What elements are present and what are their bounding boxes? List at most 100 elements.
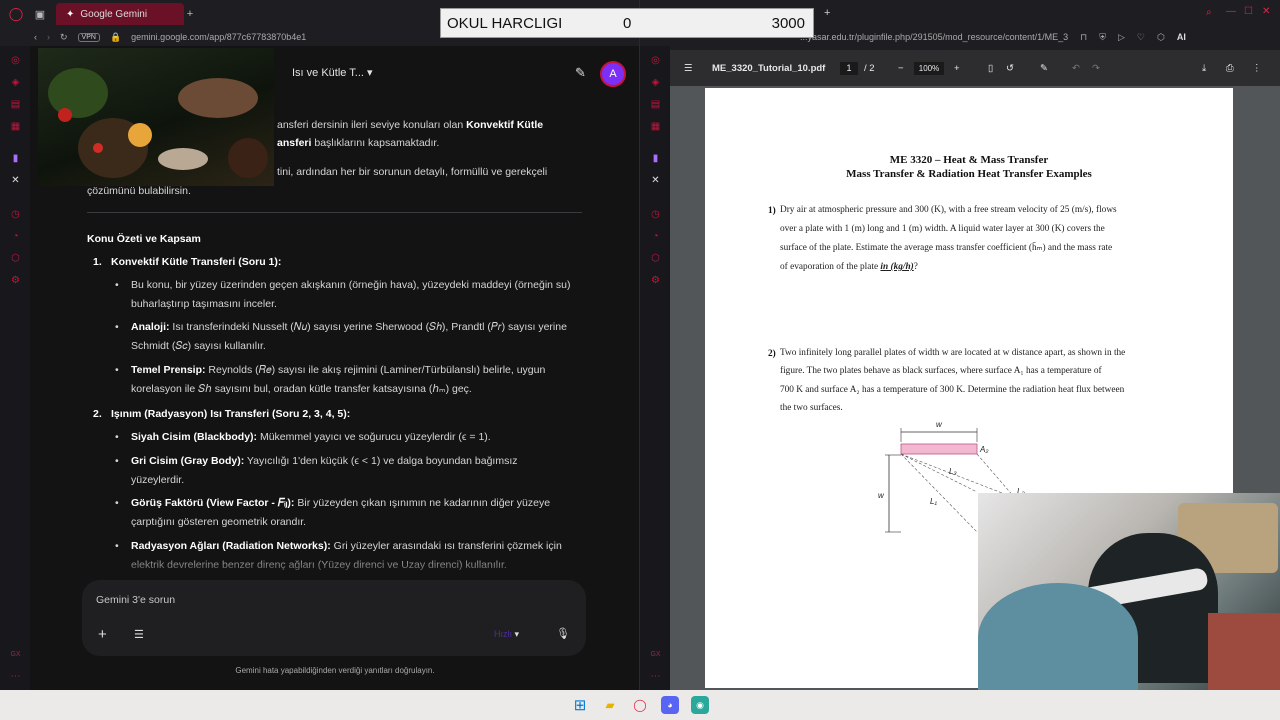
workspaces-icon[interactable]: ▣	[32, 6, 48, 22]
more-options-icon[interactable]: ⋮	[1252, 63, 1262, 74]
counter-value: 0	[623, 14, 632, 32]
stream-counter-overlay: OKUL HARCLIGI 0 3000	[440, 8, 814, 38]
chevron-down-icon: ▾	[367, 67, 373, 79]
discord-icon[interactable]: ◕	[661, 696, 679, 714]
gx-corner-icon[interactable]: ▦	[9, 120, 22, 133]
vpn-badge[interactable]: VPN	[77, 32, 100, 42]
zoom-level[interactable]: 100%	[914, 62, 944, 75]
player-icon[interactable]: ▤	[9, 98, 22, 111]
rotate-icon[interactable]: ↺	[1006, 63, 1014, 74]
list-item: Görüş Faktörü (View Factor - 𝐹ᵢⱼ): Bir y…	[115, 494, 571, 532]
avatar[interactable]: A	[600, 61, 626, 87]
url-text[interactable]: ...yasar.edu.tr/pluginfile.php/291505/mo…	[800, 32, 1068, 42]
new-chat-edit-icon[interactable]: ✎	[575, 65, 586, 81]
heart-icon[interactable]: ♡	[1137, 32, 1145, 43]
right-sidebar: ◎ ◈ ▤ ▦ ▮ ✕ ◷ ◔ ⬡ ⚙ GX ⋯	[640, 46, 670, 690]
pdf-toolbar: ☰ ME_3320_Tutorial_10.pdf 1 / 2 − 100% +…	[670, 50, 1280, 86]
messenger-icon[interactable]: ◈	[9, 76, 22, 89]
webcam-overlay	[978, 493, 1280, 690]
page-number-input[interactable]: 1	[840, 62, 858, 75]
back-icon[interactable]: ‹	[34, 32, 37, 42]
settings-icon[interactable]: ⚙	[9, 274, 22, 287]
divider	[87, 212, 582, 213]
puzzle-icon[interactable]: ⬡	[1157, 32, 1165, 43]
forward-icon[interactable]: ›	[47, 32, 50, 42]
disclaimer: Gemini hata yapabildiğinden verdiği yanı…	[235, 666, 435, 675]
x-icon[interactable]: ✕	[9, 174, 22, 187]
aria-icon[interactable]: ◎	[9, 54, 22, 67]
extensions-icon[interactable]: ⬡	[9, 252, 22, 265]
redo-icon[interactable]: ↷	[1092, 63, 1100, 74]
minimize-icon[interactable]: —	[1226, 6, 1236, 17]
clock-icon[interactable]: ◔	[9, 230, 22, 243]
question-1-line-4: of evaporation of the plate in (kg/h)?	[780, 262, 918, 272]
opera-logo-icon[interactable]: ◯	[8, 6, 24, 22]
undo-icon[interactable]: ↶	[1072, 63, 1080, 74]
list-title-2: Işınım (Radyasyon) Isı Transferi (Soru 2…	[111, 408, 351, 420]
bookmark-icon[interactable]: ⊓	[1080, 32, 1087, 43]
intro-paragraph-line1: ansferi dersinin ileri seviye konuları o…	[277, 119, 544, 131]
fit-page-icon[interactable]: ▯	[988, 63, 993, 74]
chat-title[interactable]: Isı ve Kütle T... ▾	[292, 66, 373, 79]
microphone-icon[interactable]: 🎙	[556, 627, 570, 640]
game-capture-overlay	[38, 48, 274, 186]
question-2-line-4: the two surfaces.	[780, 403, 843, 413]
start-menu-icon[interactable]: ⊞	[571, 696, 589, 714]
menu-icon[interactable]: ☰	[684, 63, 693, 74]
list-number-2: 2.	[93, 408, 102, 420]
obs-icon[interactable]: ◉	[691, 696, 709, 714]
add-file-icon[interactable]: +	[98, 626, 107, 643]
messenger-icon[interactable]: ◈	[649, 76, 662, 89]
player-icon[interactable]: ▤	[649, 98, 662, 111]
scroll-fade	[30, 552, 639, 582]
settings-icon[interactable]: ⚙	[649, 274, 662, 287]
figure-label-w-side: w	[878, 491, 885, 500]
reload-icon[interactable]: ↻	[60, 32, 68, 43]
download-icon[interactable]: ⤓	[1202, 63, 1206, 74]
twitch-icon[interactable]: ▮	[649, 152, 662, 165]
shield-icon[interactable]: ⛨	[1099, 32, 1106, 43]
more-icon[interactable]: ⋯	[649, 670, 662, 683]
question-2-line-3: 700 K and surface A₂ has a temperature o…	[780, 385, 1125, 395]
list-title-1: Konvektif Kütle Transferi (Soru 1):	[111, 256, 282, 268]
history-icon[interactable]: ◷	[649, 208, 662, 221]
file-explorer-icon[interactable]: ▰	[601, 696, 619, 714]
prompt-placeholder[interactable]: Gemini 3'e sorun	[96, 594, 175, 606]
model-selector[interactable]: Hızlı ▾	[494, 629, 519, 640]
opera-gx-icon[interactable]: ◯	[631, 696, 649, 714]
zoom-in-icon[interactable]: +	[954, 63, 960, 74]
maximize-icon[interactable]: ☐	[1244, 6, 1253, 17]
question-number-2: 2)	[768, 349, 776, 359]
new-tab-icon[interactable]: +	[824, 7, 830, 19]
print-icon[interactable]: ⎙	[1226, 63, 1234, 74]
clock-icon[interactable]: ◔	[649, 230, 662, 243]
page-total: / 2	[864, 62, 875, 74]
list-item: Gri Cisim (Gray Body): Yayıcılığı 1'den …	[115, 452, 571, 490]
x-icon[interactable]: ✕	[649, 174, 662, 187]
search-icon[interactable]: ⌕	[1206, 7, 1212, 18]
desktop: ◯ ▣ ✦ Google Gemini + ‹ › ↻ VPN 🔒 gemini…	[0, 0, 1280, 720]
extensions-icon[interactable]: ⬡	[649, 252, 662, 265]
twitch-icon[interactable]: ▮	[9, 152, 22, 165]
prompt-input[interactable]: Gemini 3'e sorun + ☰ Hızlı ▾ 🎙	[82, 580, 586, 656]
play-icon[interactable]: ▷	[1118, 32, 1125, 43]
figure-label-l3: L₃	[949, 467, 957, 476]
taskbar: ⊞ ▰ ◯ ◕ ◉	[0, 690, 1280, 720]
new-tab-icon[interactable]: +	[182, 6, 198, 22]
intro-paragraph-line3: tini, ardından her bir sorunun detaylı, …	[277, 166, 548, 178]
gemini-spark-icon: ✦	[66, 8, 75, 20]
annotate-icon[interactable]: ✎	[1040, 63, 1048, 74]
question-2-line-2: figure. The two plates behave as black s…	[780, 366, 1102, 376]
aria-icon[interactable]: ◎	[649, 54, 662, 67]
tools-icon[interactable]: ☰	[134, 628, 144, 641]
close-icon[interactable]: ✕	[1262, 6, 1270, 17]
ai-button[interactable]: AI	[1177, 32, 1186, 42]
zoom-out-icon[interactable]: −	[898, 63, 904, 74]
question-1-line-2: over a plate with 1 (m) long and 1 (m) w…	[780, 224, 1105, 234]
tab-google-gemini[interactable]: ✦ Google Gemini	[56, 3, 184, 25]
more-icon[interactable]: ⋯	[9, 670, 22, 683]
url-text[interactable]: gemini.google.com/app/877c67783870b4e1	[131, 32, 306, 42]
history-icon[interactable]: ◷	[9, 208, 22, 221]
gx-corner-icon[interactable]: ▦	[649, 120, 662, 133]
section-title: Konu Özeti ve Kapsam	[87, 233, 201, 245]
